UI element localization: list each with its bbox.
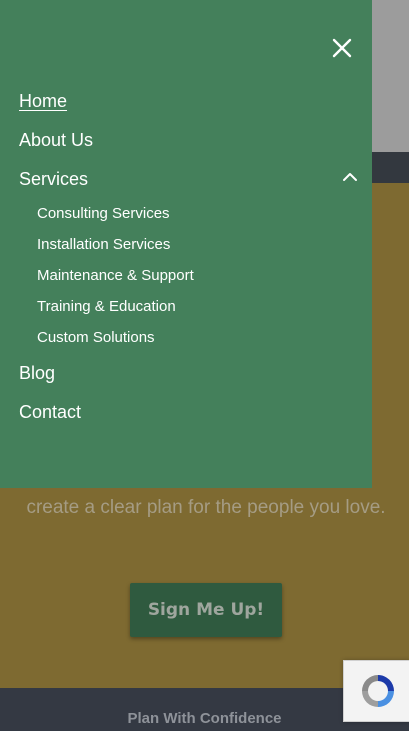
sign-me-up-button[interactable]: Sign Me Up! <box>130 583 282 637</box>
nav-item-services[interactable]: Services <box>19 168 88 190</box>
chevron-up-icon <box>343 173 357 181</box>
submenu-item-training-education[interactable]: Training & Education <box>37 298 176 316</box>
close-icon <box>332 38 352 58</box>
nav-item-home[interactable]: Home <box>19 90 67 112</box>
submenu-item-installation-services[interactable]: Installation Services <box>37 236 170 254</box>
hero-paragraph: create a clear plan for the people you l… <box>26 497 386 518</box>
nav-item-about-us[interactable]: About Us <box>19 129 93 151</box>
nav-item-contact[interactable]: Contact <box>19 401 81 423</box>
close-menu-button[interactable] <box>330 36 354 60</box>
recaptcha-badge[interactable] <box>343 660 409 722</box>
recaptcha-icon <box>362 675 394 707</box>
nav-item-blog[interactable]: Blog <box>19 362 55 384</box>
mobile-nav-menu: Home About Us Services Consulting Servic… <box>0 0 372 488</box>
submenu-item-consulting-services[interactable]: Consulting Services <box>37 205 170 223</box>
services-toggle[interactable] <box>341 170 359 184</box>
submenu-item-custom-solutions[interactable]: Custom Solutions <box>37 329 155 347</box>
submenu-item-maintenance-support[interactable]: Maintenance & Support <box>37 267 194 285</box>
